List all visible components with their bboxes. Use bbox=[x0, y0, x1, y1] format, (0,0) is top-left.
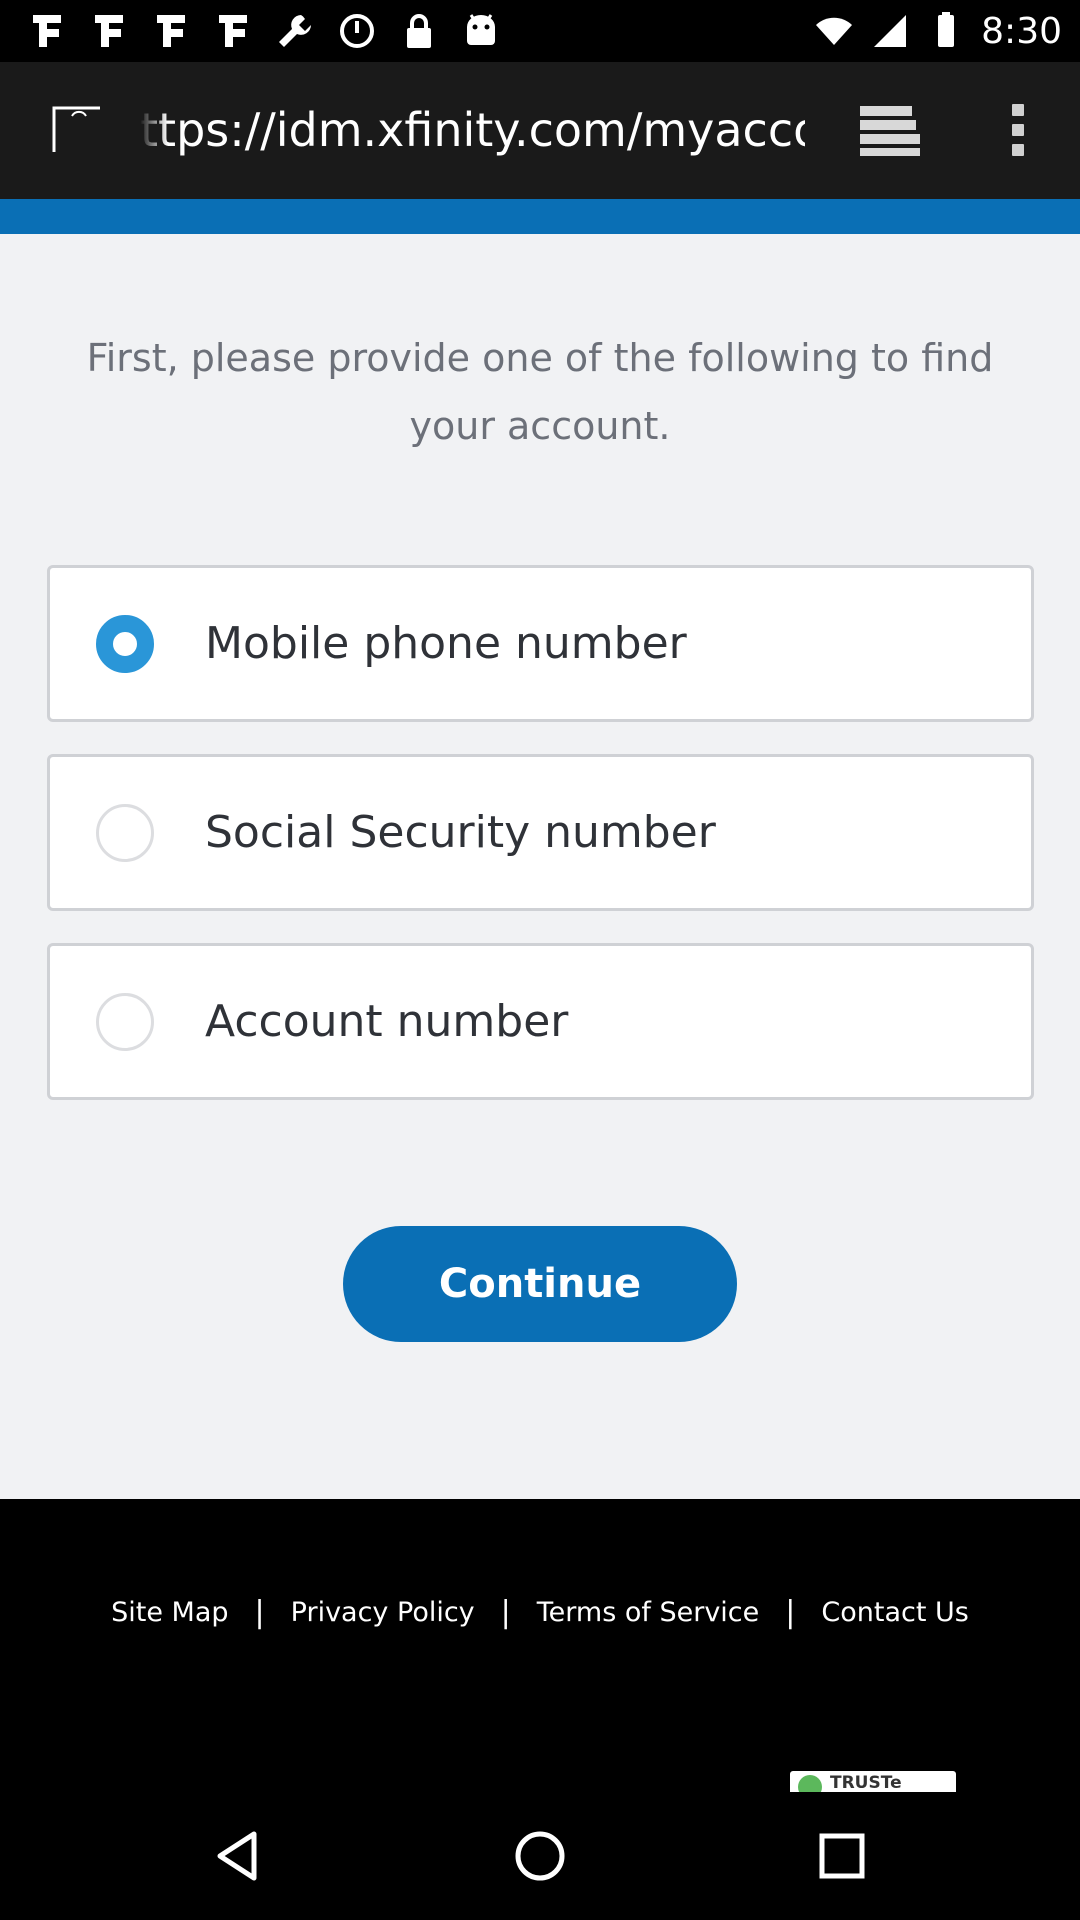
radio-button[interactable] bbox=[96, 993, 154, 1051]
status-right: 8:30 bbox=[813, 8, 1062, 54]
truste-logo-icon bbox=[798, 1775, 822, 1792]
option-social-security[interactable]: Social Security number bbox=[47, 754, 1034, 911]
continue-button[interactable]: Continue bbox=[343, 1226, 737, 1342]
footer: Site Map | Privacy Policy | Terms of Ser… bbox=[0, 1499, 1080, 1792]
url-bar[interactable]: ttps://idm.xfinity.com/myaccount/lookup bbox=[140, 100, 805, 160]
radio-button[interactable] bbox=[96, 804, 154, 862]
option-label: Account number bbox=[205, 996, 569, 1047]
system-nav-bar bbox=[0, 1792, 1080, 1920]
option-account-number[interactable]: Account number bbox=[47, 943, 1034, 1100]
footer-separator: | bbox=[254, 1595, 265, 1630]
footer-link-site-map[interactable]: Site Map bbox=[111, 1597, 228, 1628]
alarm-icon bbox=[336, 10, 378, 52]
footer-link-privacy-policy[interactable]: Privacy Policy bbox=[291, 1597, 475, 1628]
footer-links: Site Map | Privacy Policy | Terms of Ser… bbox=[0, 1595, 1080, 1630]
lookup-form: First, please provide one of the followi… bbox=[0, 234, 1080, 1499]
menu-dot bbox=[1012, 124, 1024, 136]
status-time: 8:30 bbox=[981, 10, 1062, 52]
home-icon[interactable] bbox=[504, 1820, 576, 1892]
option-mobile-phone[interactable]: Mobile phone number bbox=[47, 565, 1034, 722]
menu-dot bbox=[1012, 144, 1024, 156]
option-label: Social Security number bbox=[205, 807, 716, 858]
footer-link-contact-us[interactable]: Contact Us bbox=[821, 1597, 968, 1628]
reader-mode-icon[interactable] bbox=[856, 102, 924, 158]
android-icon bbox=[460, 10, 502, 52]
lock-icon bbox=[398, 10, 440, 52]
page-prompt: First, please provide one of the followi… bbox=[86, 336, 994, 448]
footer-separator: | bbox=[785, 1595, 796, 1630]
browser-toolbar: ttps://idm.xfinity.com/myaccount/lookup bbox=[0, 62, 1080, 199]
battery-icon bbox=[925, 10, 967, 52]
menu-dot bbox=[1012, 104, 1024, 116]
wifi-icon bbox=[813, 10, 855, 52]
notification-icon bbox=[26, 10, 68, 52]
notification-icon bbox=[150, 10, 192, 52]
option-label: Mobile phone number bbox=[205, 618, 687, 669]
radio-button[interactable] bbox=[96, 615, 154, 673]
signal-icon bbox=[869, 10, 911, 52]
footer-link-terms-of-service[interactable]: Terms of Service bbox=[537, 1597, 760, 1628]
footer-separator: | bbox=[500, 1595, 511, 1630]
notification-icon bbox=[88, 10, 130, 52]
status-bar: 8:30 bbox=[0, 0, 1080, 62]
back-icon[interactable] bbox=[202, 1820, 274, 1892]
truste-badge[interactable]: TRUSTe bbox=[790, 1771, 956, 1792]
brand-strip bbox=[0, 199, 1080, 234]
wrench-icon bbox=[274, 10, 316, 52]
status-notification-icons bbox=[26, 10, 502, 52]
url-fade bbox=[140, 100, 168, 160]
recents-icon[interactable] bbox=[806, 1820, 878, 1892]
overflow-menu-icon[interactable] bbox=[1000, 100, 1036, 160]
tab-icon[interactable] bbox=[52, 106, 102, 154]
notification-icon bbox=[212, 10, 254, 52]
truste-badge-text: TRUSTe bbox=[830, 1773, 902, 1792]
